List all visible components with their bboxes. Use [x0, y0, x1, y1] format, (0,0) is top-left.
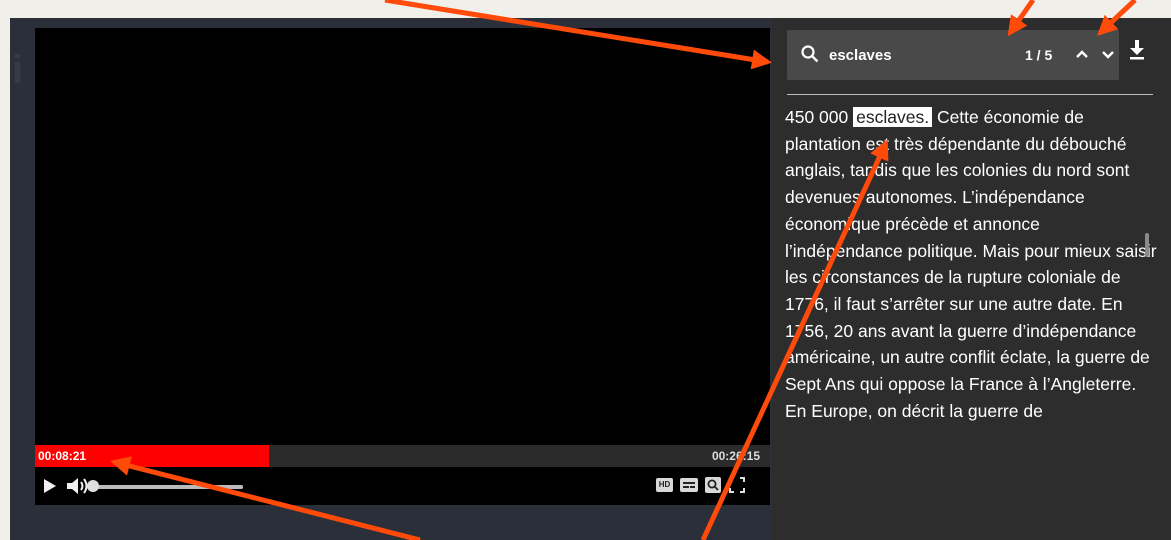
transcript-text: 450 000 esclaves. Cette économie de plan…	[785, 104, 1160, 424]
hd-button[interactable]: HD	[656, 478, 673, 492]
current-time: 00:08:21	[38, 449, 87, 463]
background-logo-left: i	[12, 48, 24, 92]
play-icon[interactable]	[43, 479, 57, 493]
transcript-text-before: 450 000	[785, 107, 854, 127]
search-match-highlight[interactable]: esclaves.	[853, 107, 933, 127]
volume-slider[interactable]	[93, 485, 243, 489]
total-time: 00:26:15	[711, 449, 760, 463]
volume-fill	[93, 485, 243, 489]
volume-icon[interactable]	[67, 477, 89, 495]
next-match-icon[interactable]	[1100, 46, 1116, 62]
transcript-search-input[interactable]	[829, 43, 989, 67]
progress-bar[interactable]: 00:08:21 00:26:15	[35, 445, 770, 467]
match-counter: 1 / 5	[1025, 47, 1053, 63]
transcript-panel: 1 / 5 450 000 esclaves. Cette économie d…	[772, 18, 1171, 540]
search-icon	[801, 45, 819, 63]
fullscreen-icon[interactable]	[729, 477, 745, 493]
transcript-text-after: Cette économie de plantation est très dé…	[785, 107, 1157, 421]
transcript-scrollbar[interactable]	[1145, 233, 1149, 257]
player-controls: HD	[35, 467, 770, 505]
panel-divider	[787, 94, 1153, 95]
transcript-search-box: 1 / 5	[787, 30, 1119, 80]
transcript-search-icon[interactable]	[705, 477, 721, 493]
video-player[interactable]: 00:08:21 00:26:15 HD	[35, 28, 770, 505]
volume-handle[interactable]	[87, 480, 99, 492]
download-icon[interactable]	[1129, 40, 1145, 60]
subtitles-icon[interactable]	[680, 478, 698, 492]
previous-match-icon[interactable]	[1074, 46, 1090, 62]
